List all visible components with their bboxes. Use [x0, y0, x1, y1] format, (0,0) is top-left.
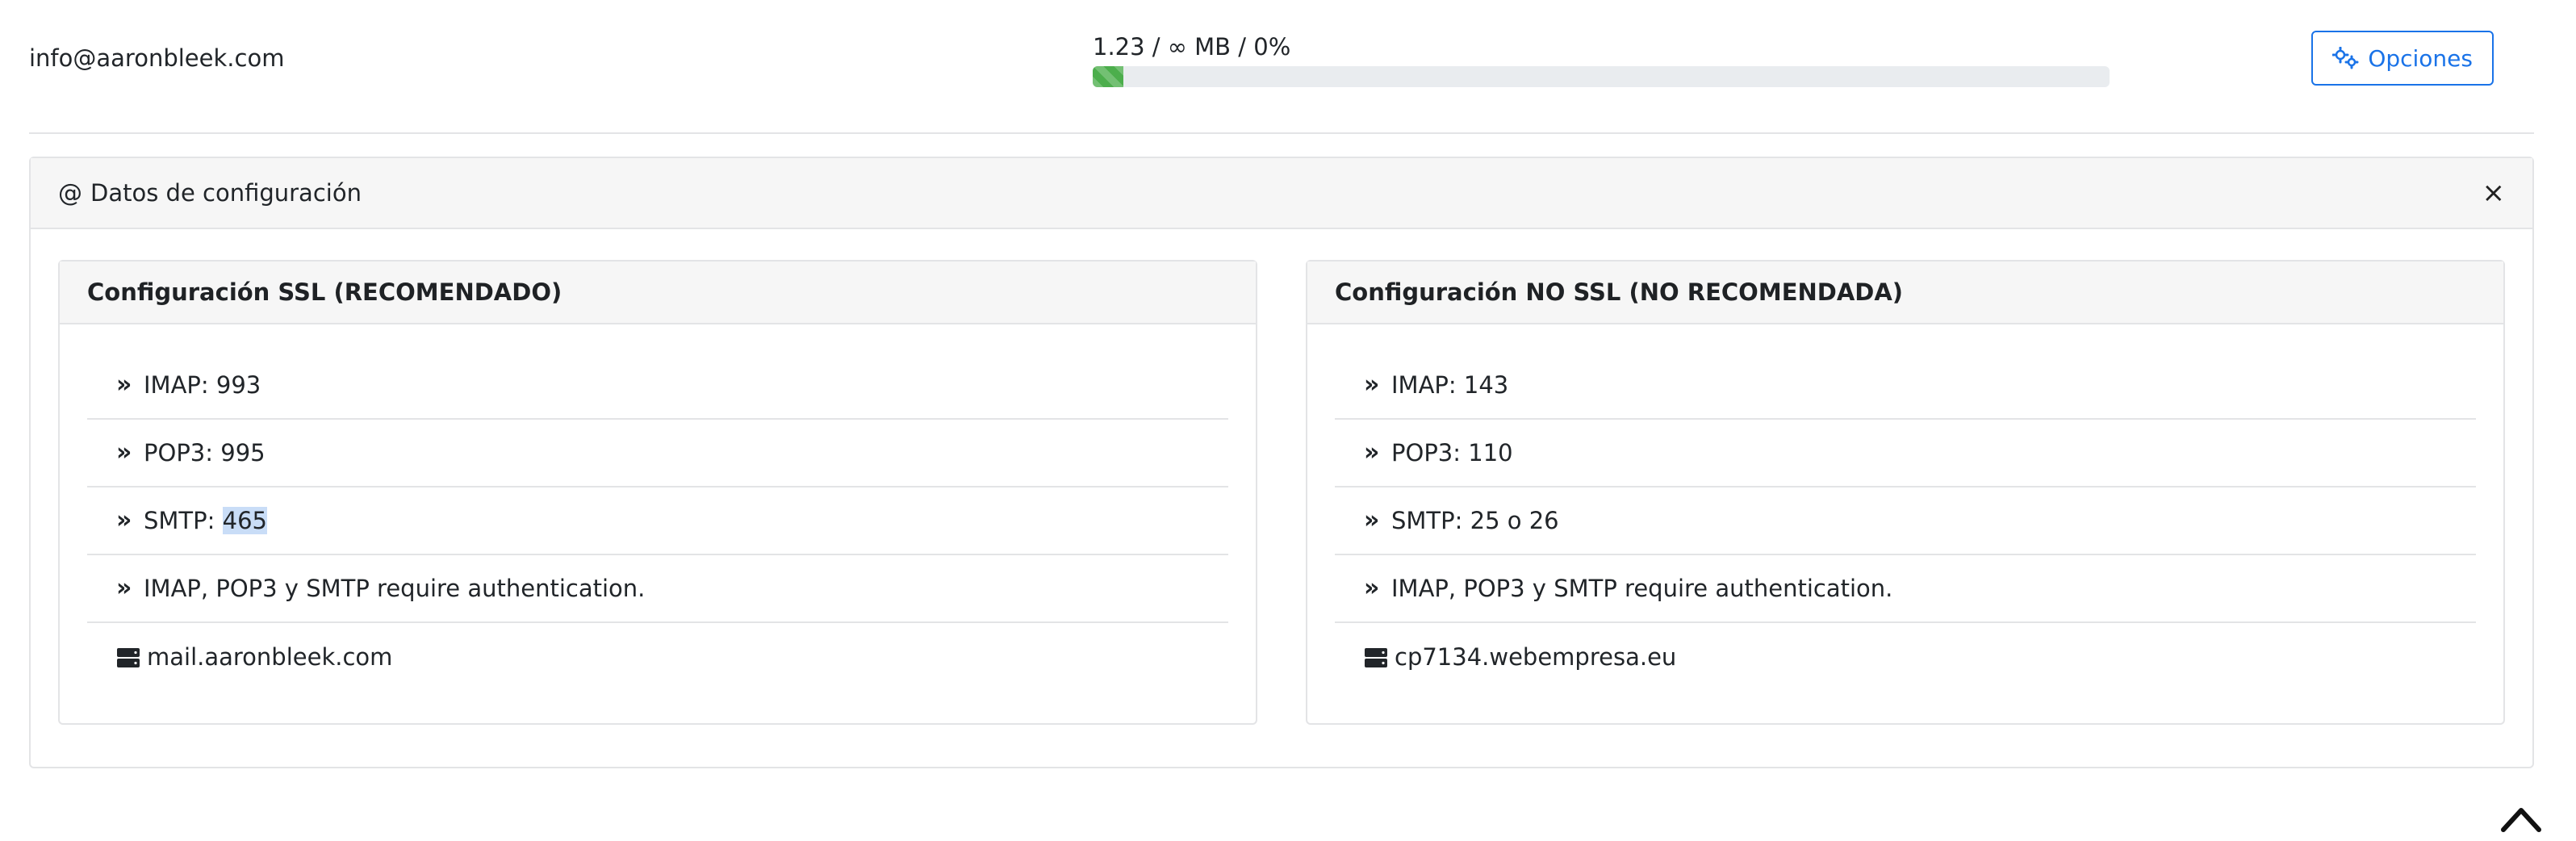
- ssl-panel-title: Configuración SSL (RECOMENDADO): [60, 262, 1256, 324]
- double-chevron-icon: »: [116, 506, 132, 534]
- list-item: » SMTP: 465: [87, 487, 1228, 555]
- at-icon: @: [58, 178, 82, 207]
- nossl-auth-note: IMAP, POP3 y SMTP require authentication…: [1391, 575, 1893, 602]
- quota-progress-fill: [1093, 66, 1123, 87]
- ssl-smtp-label: SMTP:: [144, 507, 223, 534]
- double-chevron-icon: »: [1364, 574, 1380, 602]
- list-item: » IMAP: 993: [87, 352, 1228, 420]
- double-chevron-icon: »: [1364, 506, 1380, 534]
- nossl-panel-title: Configuración NO SSL (NO RECOMENDADA): [1307, 262, 2503, 324]
- gears-icon: [2332, 47, 2360, 69]
- scroll-top-button[interactable]: [2499, 802, 2544, 835]
- server-icon: [1364, 646, 1388, 667]
- ssl-auth-note: IMAP, POP3 y SMTP require authentication…: [144, 575, 646, 602]
- nossl-panel: Configuración NO SSL (NO RECOMENDADA) » …: [1306, 260, 2505, 725]
- ssl-smtp-value: 465: [222, 507, 267, 534]
- account-email: info@aaronbleek.com: [29, 44, 285, 72]
- nossl-smtp: SMTP: 25 o 26: [1391, 507, 1559, 534]
- list-item: » POP3: 110: [1335, 420, 2476, 487]
- list-item: » IMAP: 143: [1335, 352, 2476, 420]
- close-icon[interactable]: ×: [2482, 179, 2506, 207]
- nossl-server: cp7134.webempresa.eu: [1395, 643, 1677, 671]
- double-chevron-icon: »: [116, 438, 132, 467]
- nossl-pop3: POP3: 110: [1391, 439, 1513, 467]
- double-chevron-icon: »: [1364, 438, 1380, 467]
- chevron-up-icon: [2501, 808, 2541, 832]
- ssl-list: » IMAP: 993 » POP3: 995 » SMTP: 465 » IM…: [60, 324, 1256, 691]
- quota-usage: 1.23 / ∞ MB / 0%: [1093, 31, 2110, 87]
- ssl-pop3: POP3: 995: [144, 439, 266, 467]
- ssl-imap: IMAP: 993: [144, 371, 261, 399]
- account-bar: info@aaronbleek.com 1.23 / ∞ MB / 0% Opc…: [29, 0, 2534, 134]
- list-item: » IMAP, POP3 y SMTP require authenticati…: [87, 555, 1228, 623]
- list-item: » POP3: 995: [87, 420, 1228, 487]
- double-chevron-icon: »: [116, 370, 132, 399]
- list-item: mail.aaronbleek.com: [87, 623, 1228, 691]
- list-item: » SMTP: 25 o 26: [1335, 487, 2476, 555]
- double-chevron-icon: »: [116, 574, 132, 602]
- double-chevron-icon: »: [1364, 370, 1380, 399]
- ssl-panel: Configuración SSL (RECOMENDADO) » IMAP: …: [58, 260, 1257, 725]
- options-button[interactable]: Opciones: [2311, 31, 2494, 86]
- options-button-label: Opciones: [2368, 44, 2473, 72]
- list-item: cp7134.webempresa.eu: [1335, 623, 2476, 691]
- config-header: @ Datos de configuración ×: [31, 158, 2532, 229]
- config-card: @ Datos de configuración × Configuración…: [29, 157, 2534, 768]
- list-item: » IMAP, POP3 y SMTP require authenticati…: [1335, 555, 2476, 623]
- quota-text: 1.23 / ∞ MB / 0%: [1093, 33, 1291, 61]
- ssl-server: mail.aaronbleek.com: [147, 643, 393, 671]
- nossl-imap: IMAP: 143: [1391, 371, 1509, 399]
- server-icon: [116, 646, 140, 667]
- quota-progress-bar: [1093, 66, 2110, 87]
- config-title: Datos de configuración: [90, 179, 362, 207]
- nossl-list: » IMAP: 143 » POP3: 110 » SMTP: 25 o 26 …: [1307, 324, 2503, 691]
